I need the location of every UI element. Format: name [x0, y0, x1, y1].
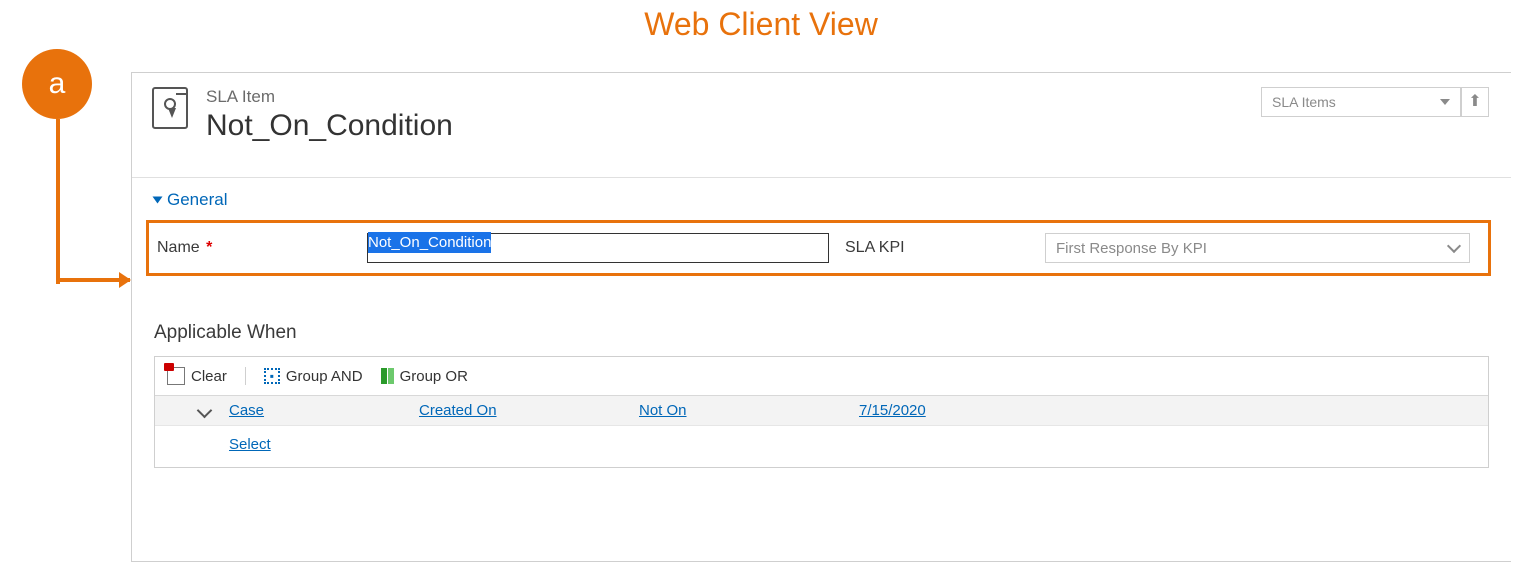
condition-builder: Clear ▪ Group AND Group OR Case Created … [154, 356, 1489, 468]
name-input[interactable]: Not_On_Condition [367, 233, 829, 263]
group-and-button[interactable]: ▪ Group AND [260, 366, 367, 387]
condition-select-link[interactable]: Select [229, 436, 271, 453]
arrow-up-icon: ⬆ [1468, 94, 1481, 110]
condition-operator-link[interactable]: Not On [639, 402, 859, 419]
record-header: SLA Item Not_On_Condition SLA Items ⬆ [132, 73, 1511, 143]
group-and-label: Group AND [286, 368, 363, 385]
clear-icon [167, 367, 185, 385]
condition-value-link[interactable]: 7/15/2020 [859, 402, 1079, 419]
sla-kpi-label: SLA KPI [845, 239, 1045, 257]
sla-kpi-lookup[interactable]: First Response By KPI [1045, 233, 1470, 263]
annotation-badge-a: a [22, 49, 92, 119]
annotation-connector [56, 119, 60, 284]
condition-row: Case Created On Not On 7/15/2020 [155, 395, 1488, 425]
section-header-applicable-when: Applicable When [154, 322, 1489, 344]
record-title: Not_On_Condition [206, 109, 453, 143]
clear-button[interactable]: Clear [163, 365, 231, 387]
chevron-down-icon [1447, 239, 1461, 253]
required-marker: * [206, 239, 212, 256]
toolbar-separator [245, 367, 246, 385]
name-field-label: Name * [157, 239, 367, 257]
view-picker[interactable]: SLA Items ⬆ [1261, 87, 1489, 117]
condition-toolbar: Clear ▪ Group AND Group OR [155, 357, 1488, 395]
condition-entity-link[interactable]: Case [229, 402, 419, 419]
sla-kpi-value: First Response By KPI [1056, 240, 1207, 257]
collapse-icon [153, 197, 163, 204]
section-header-general[interactable]: General [154, 190, 1489, 210]
view-picker-up-button[interactable]: ⬆ [1461, 87, 1489, 117]
condition-attribute-link[interactable]: Created On [419, 402, 639, 419]
name-input-value: Not_On_Condition [368, 232, 491, 253]
group-and-icon: ▪ [264, 368, 280, 384]
clear-button-label: Clear [191, 368, 227, 385]
sla-item-icon [152, 87, 188, 129]
group-or-button[interactable]: Group OR [377, 366, 472, 387]
caret-down-icon [1440, 99, 1450, 105]
annotation-arrow [56, 278, 130, 282]
entity-type-label: SLA Item [206, 87, 453, 107]
view-picker-label: SLA Items [1272, 94, 1336, 110]
page-title: Web Client View [0, 0, 1522, 43]
group-or-label: Group OR [400, 368, 468, 385]
record-frame: SLA Item Not_On_Condition SLA Items ⬆ Ge… [131, 72, 1511, 562]
expand-chevron-icon[interactable] [197, 403, 213, 419]
name-field-highlight: Name * Not_On_Condition SLA KPI First Re… [146, 220, 1491, 276]
section-header-general-label: General [167, 190, 227, 210]
group-or-icon [381, 368, 394, 384]
header-divider [132, 177, 1511, 178]
view-picker-dropdown[interactable]: SLA Items [1261, 87, 1461, 117]
condition-select-row: Select [155, 425, 1488, 467]
